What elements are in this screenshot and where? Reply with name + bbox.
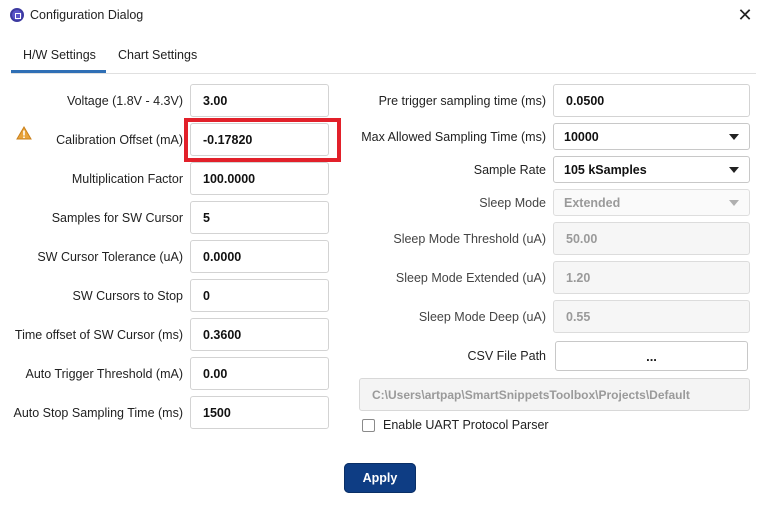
- warning-icon: [16, 126, 32, 140]
- sample-rate-select[interactable]: 105 kSamples: [553, 156, 750, 183]
- samples-sw-cursor-input[interactable]: 5: [190, 201, 329, 234]
- sleep-mode-select: Extended: [553, 189, 750, 216]
- max-allowed-sampling-time-value: 10000: [564, 129, 599, 144]
- auto-trigger-threshold-input[interactable]: 0.00: [190, 357, 329, 390]
- sleep-mode-value: Extended: [564, 195, 621, 210]
- sleep-mode-threshold-label: Sleep Mode Threshold (uA): [393, 232, 546, 246]
- active-tab-indicator: [11, 70, 106, 73]
- time-offset-sw-cursor-label: Time offset of SW Cursor (ms): [14, 328, 183, 342]
- sw-cursors-to-stop-label: SW Cursors to Stop: [72, 289, 183, 303]
- chevron-down-icon: [729, 133, 739, 140]
- multiplication-factor-input[interactable]: 100.0000: [190, 162, 329, 195]
- sw-cursors-to-stop-input[interactable]: 0: [190, 279, 329, 312]
- sleep-mode-label: Sleep Mode: [479, 196, 546, 210]
- highlight-box: [184, 118, 341, 162]
- sleep-mode-deep-input: 0.55: [553, 300, 750, 333]
- tab-chart-settings[interactable]: Chart Settings: [118, 48, 197, 70]
- sample-rate-value: 105 kSamples: [564, 162, 647, 177]
- sw-cursor-tolerance-label: SW Cursor Tolerance (uA): [37, 250, 183, 264]
- max-allowed-sampling-time-select[interactable]: 10000: [553, 123, 750, 150]
- auto-stop-sampling-time-label: Auto Stop Sampling Time (ms): [13, 406, 183, 420]
- uart-parser-checkbox[interactable]: [362, 419, 375, 432]
- samples-sw-cursor-label: Samples for SW Cursor: [51, 211, 183, 225]
- sleep-mode-extended-input: 1.20: [553, 261, 750, 294]
- chevron-down-icon: [729, 166, 739, 173]
- window-title: Configuration Dialog: [30, 8, 144, 22]
- sleep-mode-deep-label: Sleep Mode Deep (uA): [418, 310, 546, 324]
- app-icon: [10, 8, 24, 22]
- csv-file-path-input: C:\Users\artpap\SmartSnippetsToolbox\Pro…: [359, 378, 750, 411]
- pre-trigger-sampling-time-label: Pre trigger sampling time (ms): [378, 94, 546, 108]
- tab-divider: [11, 73, 756, 74]
- browse-button[interactable]: ...: [555, 341, 748, 371]
- chevron-down-icon: [729, 199, 739, 206]
- auto-trigger-threshold-label: Auto Trigger Threshold (mA): [25, 367, 183, 381]
- calibration-offset-label: Calibration Offset (mA): [56, 133, 183, 147]
- voltage-label: Voltage (1.8V - 4.3V): [66, 94, 183, 108]
- sleep-mode-extended-label: Sleep Mode Extended (uA): [395, 271, 546, 285]
- close-icon[interactable]: ✕: [734, 4, 756, 26]
- time-offset-sw-cursor-input[interactable]: 0.3600: [190, 318, 329, 351]
- max-allowed-sampling-time-label: Max Allowed Sampling Time (ms): [361, 130, 546, 144]
- multiplication-factor-label: Multiplication Factor: [71, 172, 183, 186]
- sleep-mode-threshold-input: 50.00: [553, 222, 750, 255]
- apply-button[interactable]: Apply: [344, 463, 416, 493]
- auto-stop-sampling-time-input[interactable]: 1500: [190, 396, 329, 429]
- uart-parser-label[interactable]: Enable UART Protocol Parser: [383, 418, 549, 432]
- pre-trigger-sampling-time-input[interactable]: 0.0500: [553, 84, 750, 117]
- sample-rate-label: Sample Rate: [473, 163, 546, 177]
- voltage-input[interactable]: 3.00: [190, 84, 329, 117]
- tab-hw-settings[interactable]: H/W Settings: [23, 48, 96, 70]
- csv-file-path-label: CSV File Path: [467, 349, 546, 363]
- sw-cursor-tolerance-input[interactable]: 0.0000: [190, 240, 329, 273]
